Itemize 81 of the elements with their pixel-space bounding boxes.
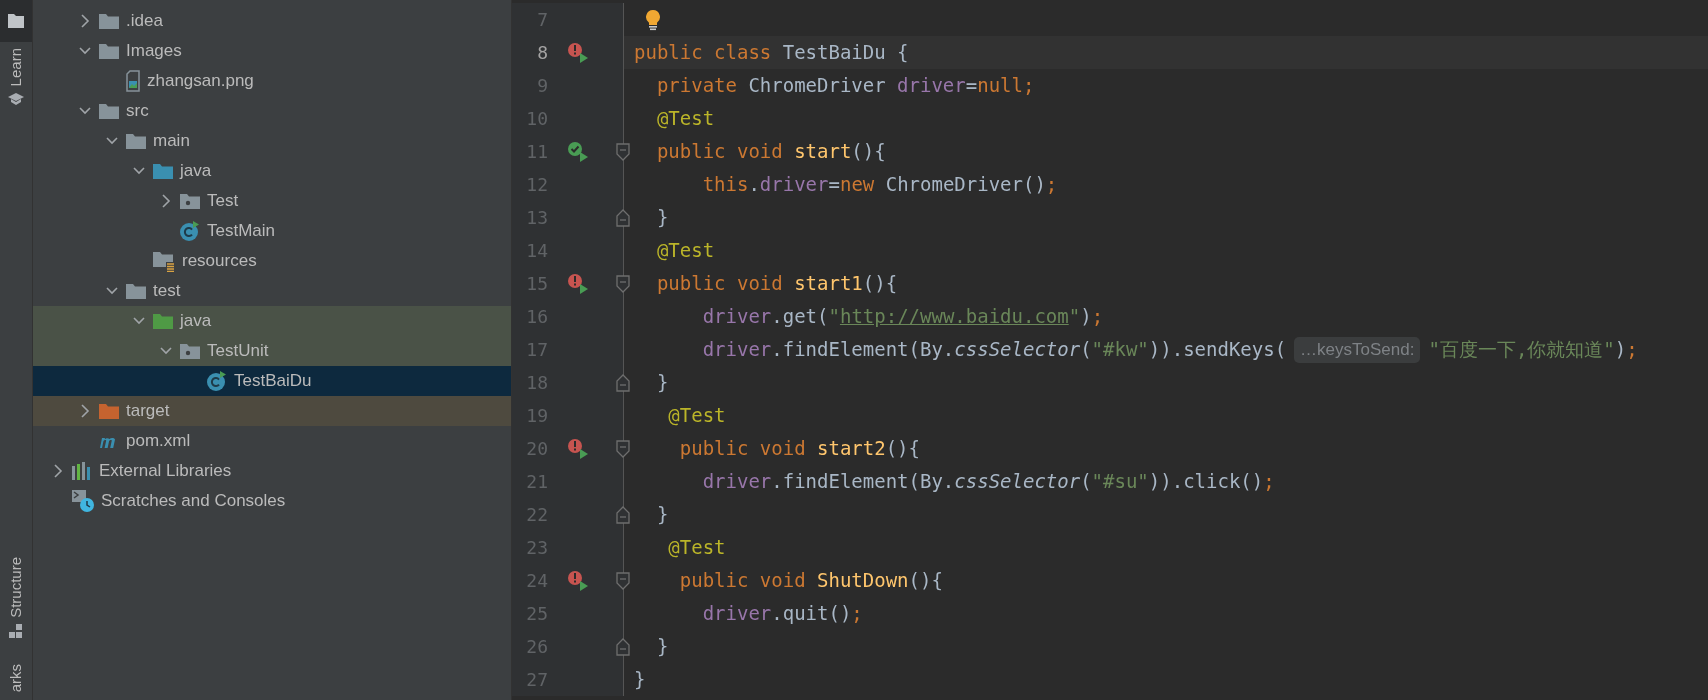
run-error-icon[interactable] [567, 569, 589, 592]
tree-item[interactable]: TestUnit [33, 336, 511, 366]
code-text: public void start(){ [655, 139, 886, 165]
run-error-icon[interactable] [567, 41, 589, 64]
fold-marker-icon[interactable] [616, 274, 630, 293]
tree-item[interactable]: java [33, 156, 511, 186]
fold-marker-icon[interactable] [616, 505, 630, 524]
class-icon [179, 220, 201, 242]
tree-item[interactable]: .idea [33, 6, 511, 36]
tree-item[interactable]: target [33, 396, 511, 426]
code-text: } [655, 370, 669, 396]
run-error-icon[interactable] [567, 272, 589, 295]
fold-marker-icon[interactable] [616, 142, 630, 161]
chevron-icon[interactable] [79, 14, 91, 28]
code-text: @Test [655, 106, 715, 132]
code-text: driver.quit(); [701, 601, 863, 627]
class-icon [206, 370, 228, 392]
folder-icon [98, 12, 120, 30]
graduation-cap-icon [8, 92, 24, 107]
tree-item[interactable]: TestBaiDu [33, 366, 511, 396]
folder-icon [98, 102, 120, 120]
libraries-icon [71, 461, 93, 481]
tree-item[interactable]: Scratches and Consoles [33, 486, 511, 516]
scratches-icon [71, 489, 95, 513]
tree-item[interactable]: test [33, 276, 511, 306]
folder-icon [8, 14, 24, 28]
tree-item[interactable]: src [33, 96, 511, 126]
tree-item[interactable]: main [33, 126, 511, 156]
tool-window-button[interactable]: Learn [0, 42, 32, 113]
fold-marker-icon[interactable] [616, 208, 630, 227]
chevron-icon[interactable] [52, 464, 64, 478]
parameter-hint: …keysToSend: [1294, 336, 1421, 363]
resources-folder-icon [152, 250, 176, 272]
fold-marker-icon[interactable] [616, 571, 630, 590]
folder-icon [98, 42, 120, 60]
tree-item[interactable]: Images [33, 36, 511, 66]
lightbulb-icon[interactable] [645, 8, 661, 31]
code-text: } [634, 667, 646, 693]
code-text: private ChromeDriver driver=null; [655, 73, 1035, 99]
code-text: public void start1(){ [655, 271, 898, 297]
tree-item[interactable]: zhangsan.png [33, 66, 511, 96]
code-text: @Test [667, 403, 726, 429]
tree-item[interactable]: TestMain [33, 216, 511, 246]
code-text: "百度一下,你就知道"); [1428, 337, 1638, 363]
tree-item[interactable]: External Libraries [33, 456, 511, 486]
fold-marker-icon[interactable] [616, 439, 630, 458]
image-file-icon [125, 70, 141, 92]
code-text: } [655, 205, 669, 231]
run-passed-icon[interactable] [567, 140, 589, 163]
code-text: driver.findElement(By.cssSelector("#kw")).sendKeys( [701, 337, 1287, 363]
project-tool-button[interactable] [0, 0, 32, 42]
line-number: 8 [536, 41, 548, 65]
folder-icon [125, 132, 147, 150]
folder-icon [98, 402, 120, 420]
folder-icon [152, 312, 174, 330]
code-text: driver.get("http://www.baidu.com"); [701, 304, 1104, 330]
code-text: driver.findElement(By.cssSelector("#su")).click(); [701, 469, 1275, 495]
folder-icon [125, 282, 147, 300]
code-text: public void ShutDown(){ [678, 568, 943, 594]
structure-icon [8, 623, 24, 638]
code-text: } [655, 502, 669, 528]
fold-marker-icon[interactable] [616, 373, 630, 392]
package-icon [179, 192, 201, 210]
tree-item[interactable]: Test [33, 186, 511, 216]
run-error-icon[interactable] [567, 437, 589, 460]
tree-item[interactable]: java [33, 306, 511, 336]
code-text: this.driver=new ChromeDriver(); [701, 172, 1058, 198]
fold-marker-icon[interactable] [616, 637, 630, 656]
code-text: @Test [667, 535, 726, 561]
tool-window-button[interactable]: Structure [0, 550, 32, 644]
chevron-icon[interactable] [160, 194, 172, 208]
package-icon [179, 342, 201, 360]
code-text: @Test [655, 238, 715, 264]
tree-item[interactable]: pom.xml [33, 426, 511, 456]
tool-window-button[interactable]: arks [0, 657, 32, 698]
folder-icon [152, 162, 174, 180]
tree-item[interactable]: resources [33, 246, 511, 276]
code-text: public class TestBaiDu { [634, 40, 909, 66]
chevron-icon[interactable] [79, 404, 91, 418]
code-text: } [655, 634, 669, 660]
code-text: public void start2(){ [678, 436, 920, 462]
